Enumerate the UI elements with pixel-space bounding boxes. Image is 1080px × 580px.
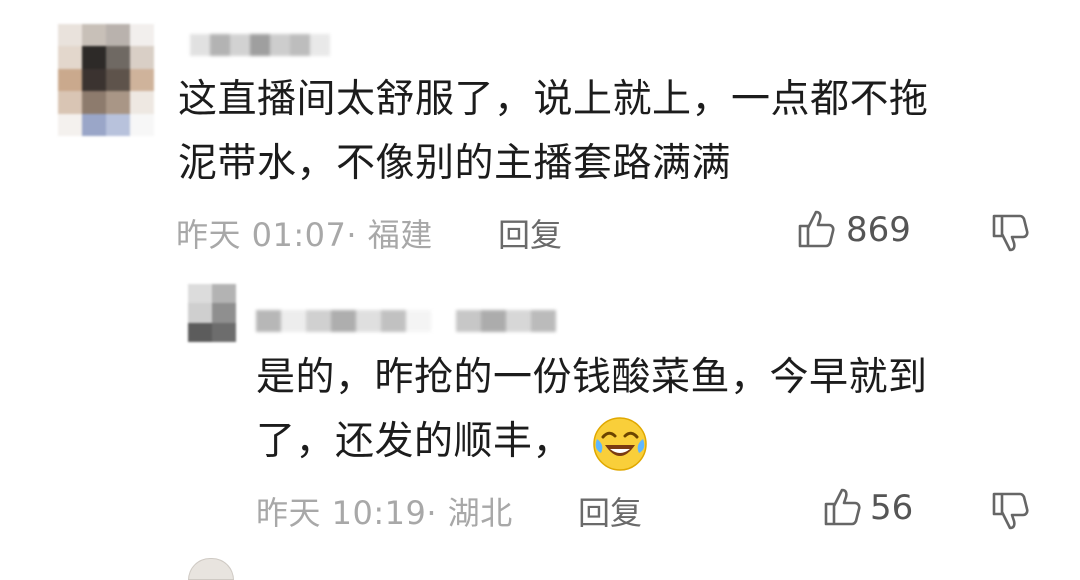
comment-text-line2: 泥带水，不像别的主播套路满满	[178, 141, 732, 186]
reply-avatar[interactable]	[188, 284, 236, 342]
next-avatar-partial[interactable]	[188, 558, 234, 580]
thumbs-down-icon[interactable]	[990, 212, 1030, 254]
reply-username-blurred[interactable]	[256, 310, 556, 332]
reply-text: 是的，昨抢的一份钱酸菜鱼，今早就到 了，还发的顺丰，	[256, 346, 1036, 474]
comment-text: 这直播间太舒服了，说上就上，一点都不拖 泥带水，不像别的主播套路满满	[178, 68, 1038, 196]
like-count: 869	[846, 210, 911, 250]
comment-time-location: 昨天 01:07· 福建	[176, 216, 433, 254]
thumbs-up-icon[interactable]	[822, 486, 862, 528]
thumbs-up-icon[interactable]	[796, 208, 836, 250]
comment-text-line1: 这直播间太舒服了，说上就上，一点都不拖	[178, 77, 929, 122]
reply-text-line2: 了，还发的顺丰，	[256, 410, 1036, 474]
reply-like-count: 56	[870, 488, 914, 528]
username-blurred[interactable]	[190, 34, 330, 56]
avatar[interactable]	[58, 24, 154, 136]
reply-text-line1: 是的，昨抢的一份钱酸菜鱼，今早就到	[256, 355, 928, 400]
laughing-crying-emoji	[591, 415, 649, 473]
reply-time-location: 昨天 10:19· 湖北	[256, 494, 513, 532]
thumbs-down-icon[interactable]	[990, 490, 1030, 532]
reply-reply-button[interactable]: 回复	[578, 488, 642, 534]
reply-text-line2-text: 了，还发的顺丰，	[256, 419, 573, 464]
reply-button[interactable]: 回复	[498, 210, 562, 256]
